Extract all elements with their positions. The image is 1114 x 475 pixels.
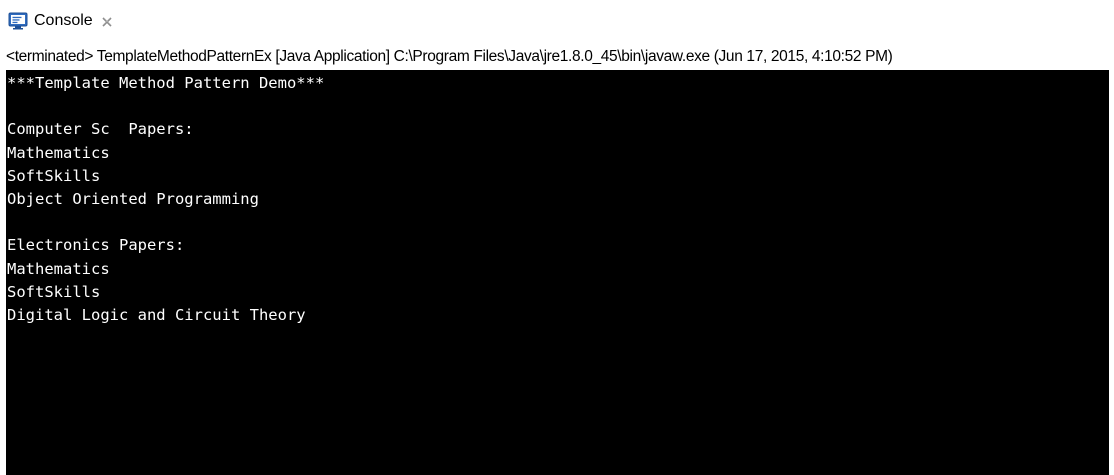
console-line: Mathematics	[7, 143, 110, 162]
console-tab-label: Console	[34, 12, 93, 29]
view-tab-bar: Console	[0, 0, 1114, 44]
console-line: ***Template Method Pattern Demo***	[7, 74, 325, 92]
console-lines: ***Template Method Pattern Demo*** Comput…	[6, 72, 324, 327]
process-status-line: <terminated> TemplateMethodPatternEx [Ja…	[6, 48, 893, 65]
console-icon	[8, 12, 28, 30]
console-line: Object Oriented Programming	[7, 189, 259, 208]
console-line: Electronics Papers:	[7, 236, 185, 255]
console-view: Console <terminated> TemplateMethodPatte…	[0, 0, 1114, 475]
console-output-area[interactable]: ***Template Method Pattern Demo*** Comput…	[6, 70, 1109, 475]
close-icon[interactable]	[101, 15, 113, 27]
console-line: Digital Logic and Circuit Theory	[7, 305, 306, 324]
console-tab[interactable]: Console	[8, 9, 113, 33]
console-line: SoftSkills	[7, 166, 101, 185]
console-line: Computer Sc Papers:	[7, 120, 194, 139]
console-line: Mathematics	[7, 259, 110, 278]
console-line: SoftSkills	[7, 282, 101, 301]
